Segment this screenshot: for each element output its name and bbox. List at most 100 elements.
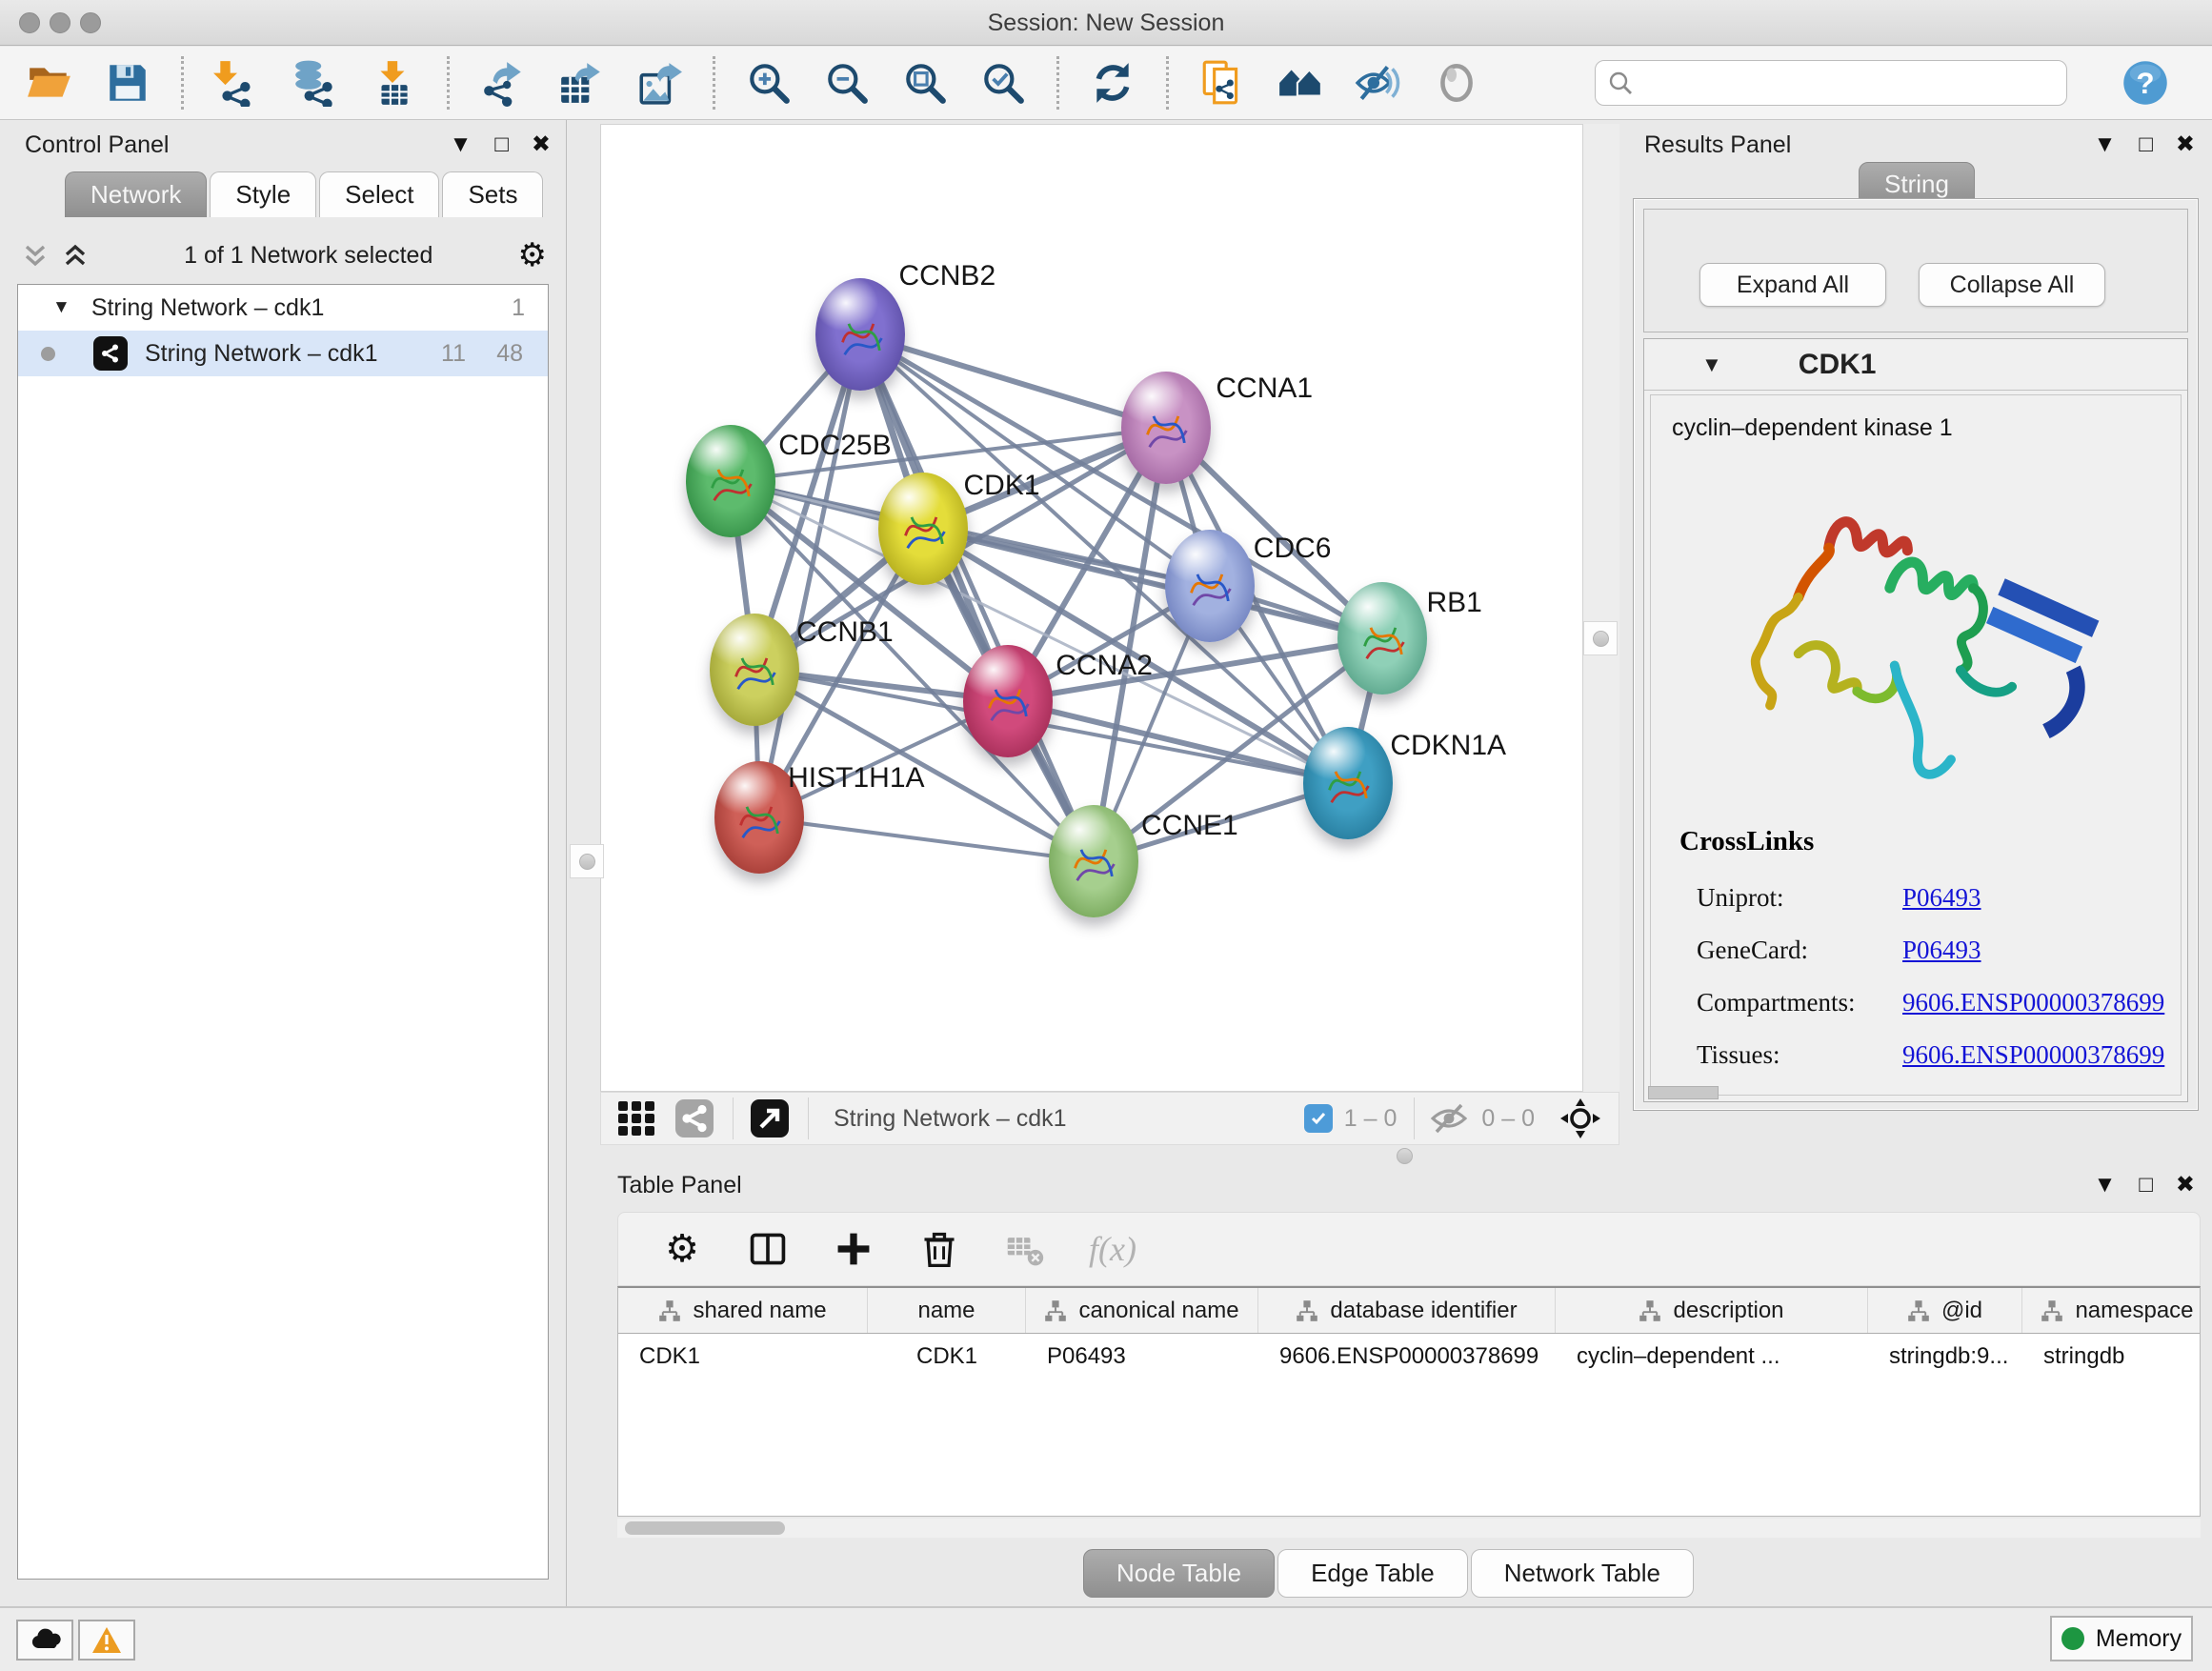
expand-all-button[interactable]: Expand All [1699, 263, 1886, 307]
column-header-database-identifier[interactable]: database identifier [1258, 1288, 1556, 1333]
crosslink-link[interactable]: 9606.ENSP00000378699 [1902, 988, 2164, 1017]
left-splitter-handle[interactable] [570, 844, 604, 878]
column-header-namespace[interactable]: namespace [2022, 1288, 2201, 1333]
panel-float-icon[interactable]: □ [2139, 133, 2153, 156]
expand-all-icon[interactable] [59, 239, 91, 272]
export-table-button[interactable] [556, 58, 606, 108]
function-builder-button[interactable]: f(x) [1089, 1227, 1136, 1271]
tab-network[interactable]: Network [65, 171, 207, 217]
network-node-cdk1[interactable] [878, 473, 968, 585]
table-row[interactable]: CDK1CDK1P064939606.ENSP00000378699cyclin… [618, 1334, 2200, 1379]
svg-text:?: ? [2136, 67, 2154, 100]
panel-close-icon[interactable]: ✖ [532, 133, 551, 156]
hide-selected-button[interactable] [1354, 58, 1403, 108]
open-folder-icon [26, 59, 73, 107]
gene-section-header[interactable]: ▼ CDK1 [1644, 339, 2187, 391]
refresh-view-button[interactable] [1088, 58, 1137, 108]
table-panel-title: Table Panel [617, 1172, 742, 1199]
zoom-in-button[interactable] [744, 58, 794, 108]
delete-column-button[interactable] [917, 1227, 961, 1271]
panel-menu-icon[interactable]: ▼ [450, 133, 473, 156]
delete-table-button[interactable] [1003, 1227, 1047, 1271]
network-edge[interactable] [759, 817, 1094, 861]
scrollbar-thumb[interactable] [625, 1521, 785, 1535]
network-row-selected[interactable]: String Network – cdk1 11 48 [18, 331, 548, 376]
network-node-ccna1[interactable] [1121, 372, 1211, 484]
panel-float-icon[interactable]: □ [494, 133, 509, 156]
clone-network-button[interactable] [1197, 58, 1247, 108]
network-node-ccna2[interactable] [963, 645, 1053, 757]
import-network-file-button[interactable] [212, 58, 262, 108]
panel-menu-icon[interactable]: ▼ [2094, 133, 2117, 156]
network-node-cdc25b[interactable] [686, 425, 775, 537]
network-collection-row[interactable]: ▼ String Network – cdk1 1 [18, 285, 548, 331]
tab-select[interactable]: Select [319, 171, 439, 217]
zoom-selected-button[interactable] [978, 58, 1028, 108]
import-table-button[interactable] [369, 58, 418, 108]
column-header-name[interactable]: name [868, 1288, 1026, 1333]
network-node-cdc6[interactable] [1165, 530, 1255, 642]
cloud-status-button[interactable] [16, 1620, 73, 1661]
crosslink-label: Tissues: [1697, 1040, 1902, 1070]
panel-menu-icon[interactable]: ▼ [2094, 1174, 2117, 1197]
right-splitter-handle[interactable] [1583, 621, 1618, 655]
save-session-button[interactable] [103, 58, 152, 108]
tab-network-table[interactable]: Network Table [1471, 1549, 1694, 1598]
column-header-shared-name[interactable]: shared name [618, 1288, 868, 1333]
warnings-button[interactable] [78, 1620, 135, 1661]
results-mini-scrollbar[interactable] [1648, 1086, 1719, 1099]
protein-thumbnail-icon [1062, 825, 1125, 897]
detach-view-icon[interactable] [749, 1097, 791, 1139]
import-network-database-button[interactable] [291, 58, 340, 108]
panel-close-icon[interactable]: ✖ [2176, 1174, 2195, 1197]
collapse-all-button[interactable]: Collapse All [1919, 263, 2105, 307]
crosslink-link[interactable]: P06493 [1902, 1093, 1981, 1096]
column-header--id[interactable]: @id [1868, 1288, 2022, 1333]
tab-node-table[interactable]: Node Table [1083, 1549, 1275, 1598]
crosshair-icon[interactable] [1559, 1097, 1601, 1139]
table-settings-button[interactable]: ⚙ [660, 1227, 704, 1271]
tab-edge-table[interactable]: Edge Table [1277, 1549, 1468, 1598]
import-table-icon [370, 59, 417, 107]
crosslink-link[interactable]: 9606.ENSP00000378699 [1902, 1040, 2164, 1070]
crosslink-link[interactable]: P06493 [1902, 936, 1981, 965]
bottom-splitter-handle[interactable] [1387, 1147, 1421, 1164]
search-input[interactable] [1634, 64, 2066, 102]
add-column-button[interactable] [832, 1227, 875, 1271]
selected-count: 1 – 0 [1344, 1105, 1398, 1133]
houses-button[interactable] [1276, 58, 1325, 108]
network-edge[interactable] [759, 334, 860, 817]
memory-button[interactable]: Memory [2050, 1616, 2193, 1661]
open-session-button[interactable] [25, 58, 74, 108]
show-all-button[interactable] [1432, 58, 1481, 108]
column-header-canonical-name[interactable]: canonical name [1026, 1288, 1258, 1333]
tab-sets[interactable]: Sets [442, 171, 543, 217]
export-image-button[interactable] [634, 58, 684, 108]
tree-expand-icon[interactable]: ▼ [52, 297, 70, 318]
collapse-all-icon[interactable] [19, 239, 51, 272]
panel-close-icon[interactable]: ✖ [2176, 133, 2195, 156]
network-node-ccnb1[interactable] [710, 614, 799, 726]
network-edge[interactable] [860, 334, 1166, 428]
zoom-out-button[interactable] [822, 58, 872, 108]
share-view-icon[interactable] [674, 1097, 715, 1139]
tab-style[interactable]: Style [210, 171, 316, 217]
zoom-fit-button[interactable] [900, 58, 950, 108]
table-horizontal-scrollbar[interactable] [617, 1519, 2201, 1538]
column-header-description[interactable]: description [1556, 1288, 1868, 1333]
hidden-count: 0 – 0 [1481, 1105, 1535, 1133]
network-options-gear-icon[interactable]: ⚙ [518, 239, 547, 272]
panel-float-icon[interactable]: □ [2139, 1174, 2153, 1197]
section-collapse-icon[interactable]: ▼ [1701, 352, 1722, 377]
network-node-ccne1[interactable] [1049, 805, 1138, 917]
network-node-cdkn1a[interactable] [1303, 727, 1393, 839]
network-node-count: 11 [441, 340, 466, 368]
help-button[interactable]: ? [2121, 58, 2170, 108]
show-columns-button[interactable] [746, 1227, 790, 1271]
network-status-dot [41, 347, 55, 361]
crosslink-link[interactable]: P06493 [1902, 883, 1981, 913]
network-canvas[interactable]: CCNB2CCNA1CDC25BCDK1CDC6RB1CCNB1CCNA2CDK… [600, 124, 1583, 1092]
grid-view-icon[interactable] [616, 1097, 658, 1139]
selected-checkbox-icon[interactable] [1304, 1104, 1333, 1133]
export-network-button[interactable] [478, 58, 528, 108]
